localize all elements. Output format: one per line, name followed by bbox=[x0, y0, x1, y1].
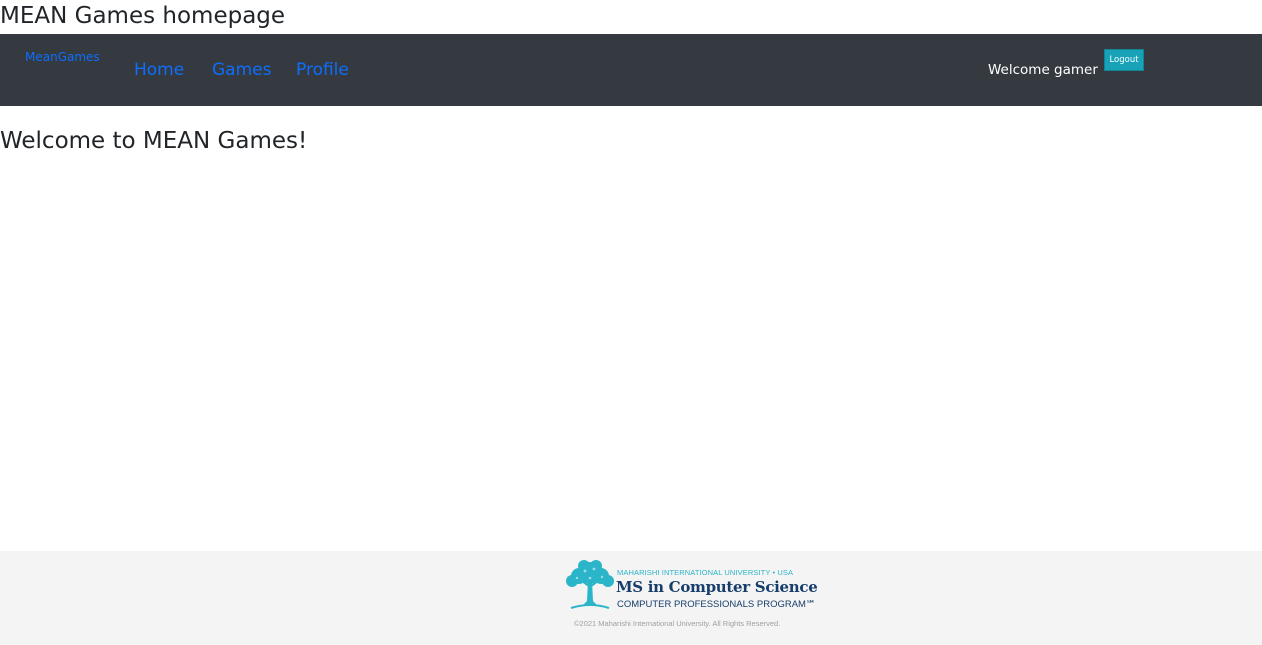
page-footer: MAHARISHI INTERNATIONAL UNIVERSITY • USA… bbox=[0, 551, 1262, 645]
logo-university-line: MAHARISHI INTERNATIONAL UNIVERSITY • USA bbox=[617, 568, 794, 577]
top-navbar: MeanGames Home Games Profile Welcome gam… bbox=[0, 34, 1262, 106]
logout-button[interactable]: Logout bbox=[1104, 49, 1144, 71]
page-title: MEAN Games homepage bbox=[0, 3, 286, 29]
logo-program-line: MS in Computer Science bbox=[616, 578, 818, 596]
welcome-message: Welcome gamer bbox=[988, 62, 1098, 78]
copyright-text: ©2021 Maharishi International University… bbox=[574, 619, 781, 628]
logo-subprogram-line: COMPUTER PROFESSIONALS PROGRAM℠ bbox=[617, 599, 816, 610]
nav-link-home[interactable]: Home bbox=[134, 60, 184, 80]
nav-link-games[interactable]: Games bbox=[212, 60, 271, 80]
university-logo: MAHARISHI INTERNATIONAL UNIVERSITY • USA… bbox=[565, 557, 818, 613]
welcome-heading: Welcome to MEAN Games! bbox=[0, 128, 308, 154]
brand-link[interactable]: MeanGames bbox=[25, 50, 100, 64]
tree-icon bbox=[566, 560, 614, 609]
nav-link-profile[interactable]: Profile bbox=[296, 60, 349, 80]
